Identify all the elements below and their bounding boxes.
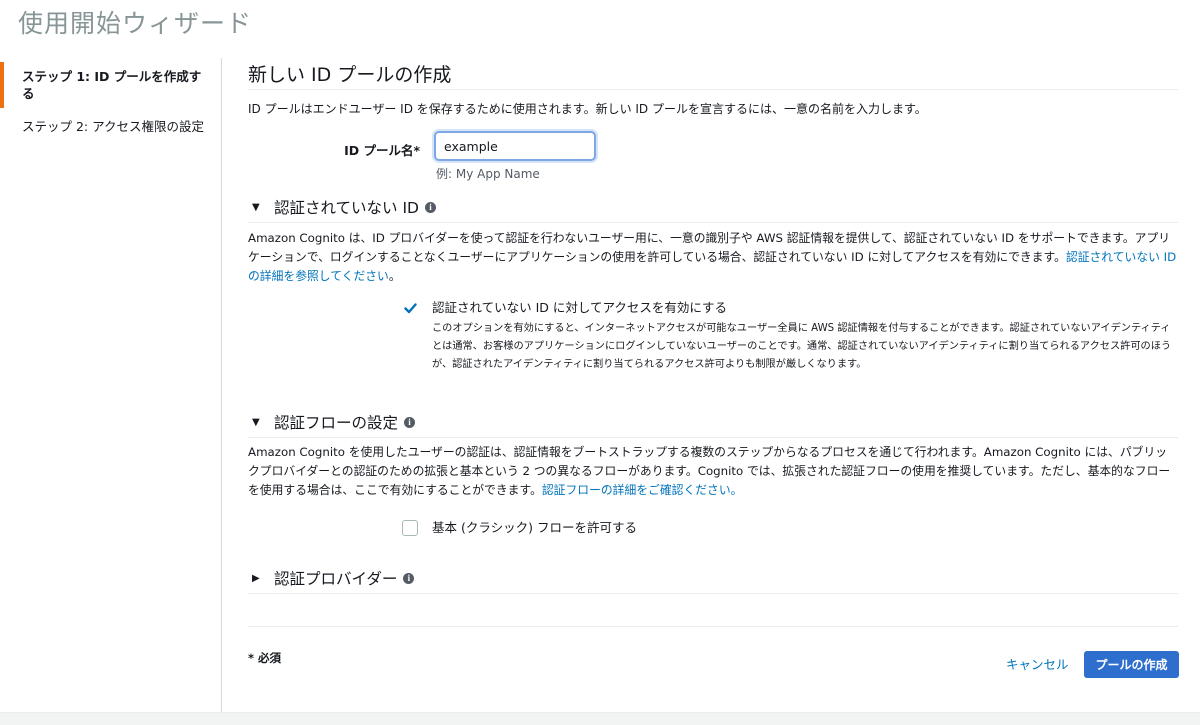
basic-flow-checkbox-label: 基本 (クラシック) フローを許可する: [432, 520, 637, 535]
sidebar-step-2[interactable]: ステップ 2: アクセス権限の設定: [0, 112, 221, 141]
required-note: * 必須: [248, 651, 282, 665]
info-icon[interactable]: i: [403, 572, 415, 584]
bottom-strip: [0, 712, 1200, 725]
sidebar-step-1[interactable]: ステップ 1: ID プールを作成する: [0, 62, 221, 108]
intro-text: ID プールはエンドユーザー ID を保存するために使用されます。新しい ID …: [248, 102, 927, 116]
flow-section-title: 認証フローの設定: [274, 414, 399, 432]
pool-name-row: ID プール名* 例: My App Name: [248, 131, 1178, 189]
basic-flow-checkbox-row: 基本 (クラシック) フローを許可する: [402, 520, 1178, 538]
unauth-period: 。: [388, 269, 401, 283]
unauth-description: Amazon Cognito は、ID プロバイダーを使って認証を行わないユーザ…: [248, 229, 1178, 286]
pool-name-label: ID プール名*: [344, 143, 420, 158]
unauth-section-title: 認証されていない ID: [274, 199, 419, 217]
cancel-button[interactable]: キャンセル: [1006, 654, 1069, 673]
pool-name-hint: 例: My App Name: [436, 167, 540, 181]
unauth-section-header[interactable]: ▼ 認証されていない ID i: [248, 189, 1178, 223]
info-icon[interactable]: i: [404, 416, 416, 428]
wizard-steps-sidebar: ステップ 1: ID プールを作成する ステップ 2: アクセス権限の設定: [0, 58, 222, 712]
footer-divider: [248, 626, 1178, 627]
caret-down-icon: ▼: [252, 416, 260, 428]
page-title: 使用開始ウィザード: [18, 9, 253, 38]
provider-section-title: 認証プロバイダー: [274, 570, 398, 588]
unauth-description-text: Amazon Cognito は、ID プロバイダーを使って認証を行わないユーザ…: [248, 231, 1171, 264]
flow-section-header[interactable]: ▼ 認証フローの設定 i: [248, 404, 1178, 438]
unauth-checkbox[interactable]: [402, 300, 418, 316]
unauth-checkbox-label: 認証されていない ID に対してアクセスを有効にする: [432, 300, 728, 315]
pool-name-input[interactable]: [434, 131, 596, 161]
caret-right-icon: ▶: [252, 572, 260, 584]
create-pool-button[interactable]: プールの作成: [1084, 651, 1179, 678]
flow-details-link[interactable]: 認証フローの詳細をご確認ください。: [542, 483, 743, 497]
caret-down-icon: ▼: [252, 201, 260, 213]
main-content: 新しい ID プールの作成 ID プールはエンドユーザー ID を保存するために…: [248, 58, 1178, 627]
unauth-checkbox-description: このオプションを有効にすると、インターネットアクセスが可能なユーザー全員に AW…: [432, 323, 1172, 370]
section-heading: 新しい ID プールの作成: [248, 58, 1178, 90]
provider-section-header[interactable]: ▶ 認証プロバイダー i: [248, 562, 1178, 594]
unauth-checkbox-row: 認証されていない ID に対してアクセスを有効にする このオプションを有効にする…: [402, 300, 1178, 374]
flow-description: Amazon Cognito を使用したユーザーの認証は、認証情報をブートストラ…: [248, 443, 1178, 500]
info-icon[interactable]: i: [424, 201, 436, 213]
checkmark-icon: [404, 303, 417, 314]
basic-flow-checkbox[interactable]: [402, 520, 418, 536]
